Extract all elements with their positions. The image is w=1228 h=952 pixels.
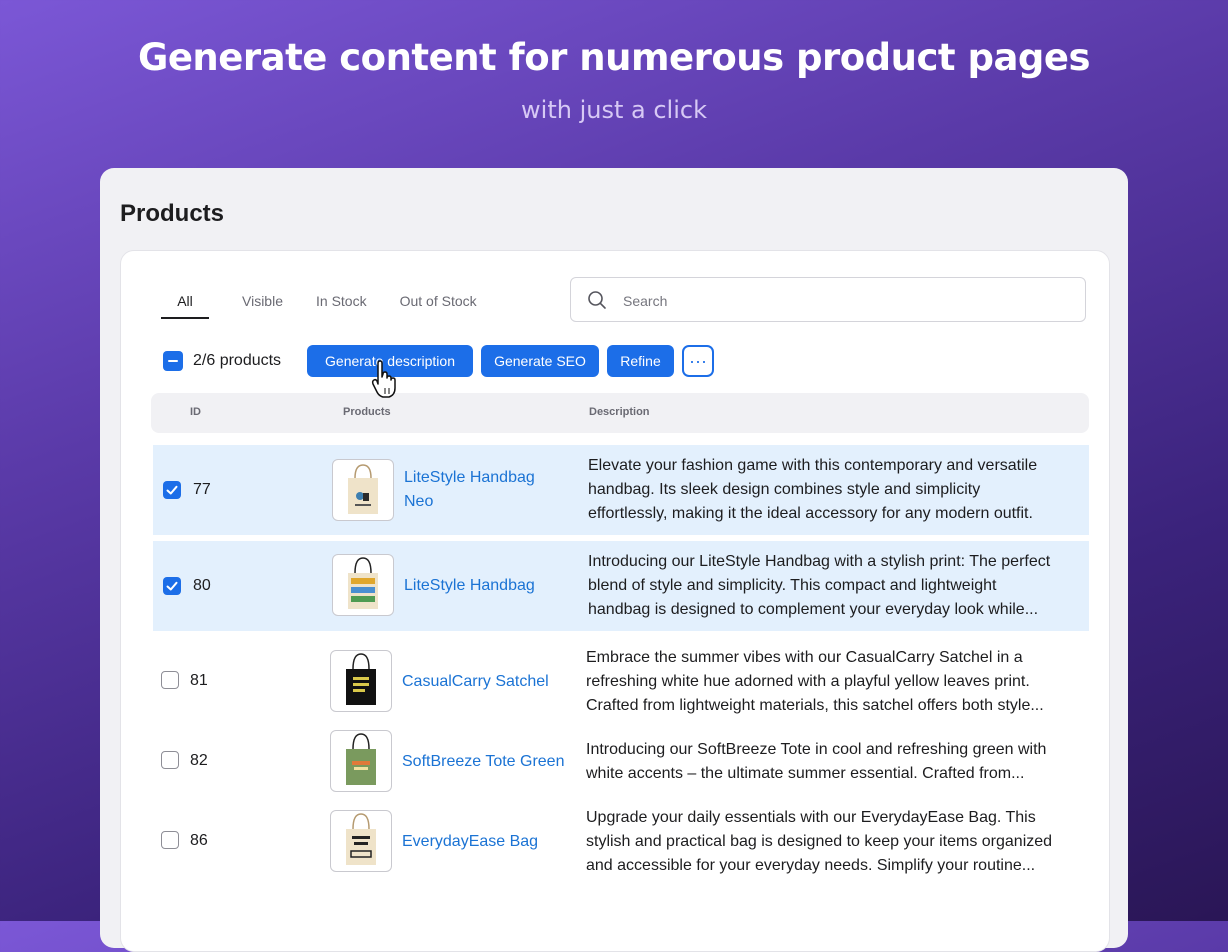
product-description: Embrace the summer vibes with our Casual… [586, 646, 1088, 718]
description-line: effortlessly, making it the ideal access… [588, 505, 1033, 522]
generate-seo-button[interactable]: Generate SEO [481, 345, 599, 377]
select-all-checkbox[interactable] [163, 351, 183, 371]
tab-in-stock[interactable]: In Stock [316, 293, 367, 317]
description-line: Elevate your fashion game with this cont… [588, 457, 1038, 474]
product-name-line: Neo [404, 493, 434, 510]
product-name-link[interactable]: CasualCarry Satchel [402, 670, 549, 694]
table-row[interactable]: 77 LiteStyle Handbag Neo Elevate your fa… [153, 445, 1089, 535]
table-row[interactable]: 82 SoftBreeze Tote Green Introducing our… [151, 727, 1087, 807]
description-line: Upgrade your daily essentials with our E… [586, 809, 1036, 826]
product-thumbnail[interactable] [330, 730, 392, 792]
description-line: stylish and practical bag is designed to… [586, 833, 1053, 850]
search-icon [588, 291, 606, 309]
row-id: 86 [190, 832, 208, 849]
hero-subtitle: with just a click [521, 96, 707, 124]
row-id: 81 [190, 672, 208, 689]
description-line: white accents – the ultimate summer esse… [586, 765, 1025, 782]
row-checkbox[interactable] [163, 481, 181, 499]
products-panel: Products All Visible In Stock Out of Sto… [100, 168, 1128, 952]
hero-title: Generate content for numerous product pa… [137, 36, 1091, 79]
tote-bag-image [346, 813, 376, 865]
product-description: Elevate your fashion game with this cont… [588, 454, 1090, 526]
row-id: 77 [193, 481, 211, 498]
description-line: Embrace the summer vibes with our Casual… [586, 649, 1023, 666]
hand-pointer-icon [371, 360, 396, 398]
table-row[interactable]: 86 EverydayEase Bag Upgrade your daily e… [151, 807, 1087, 897]
description-line: handbag is designed to complement your e… [588, 601, 1039, 618]
search-input[interactable] [621, 288, 1065, 314]
product-description: Introducing our LiteStyle Handbag with a… [588, 550, 1091, 622]
row-checkbox[interactable] [161, 671, 179, 689]
products-card: All Visible In Stock Out of Stock 2/6 pr… [120, 250, 1110, 952]
tote-bag-image [346, 733, 376, 785]
row-checkbox[interactable] [161, 751, 179, 769]
description-line: handbag. Its sleek design combines style… [588, 481, 981, 498]
selection-count: 2/6 products [193, 352, 282, 369]
checkmark-icon [166, 485, 178, 495]
table-row[interactable]: 81 CasualCarry Satchel Embrace the summe… [151, 637, 1087, 727]
description-line: Crafted from lightweight materials, this… [586, 697, 1044, 714]
column-header-description: Description [589, 406, 650, 418]
product-thumbnail[interactable] [330, 650, 392, 712]
tote-bag-image [348, 557, 378, 609]
description-line: blend of style and simplicity. This comp… [588, 577, 997, 594]
product-thumbnail[interactable] [330, 810, 392, 872]
refine-button[interactable]: Refine [607, 345, 674, 377]
more-options-button[interactable]: ··· [682, 345, 714, 377]
page-title: Products [120, 200, 225, 227]
column-header-id: ID [190, 406, 201, 418]
product-name-link[interactable]: LiteStyle Handbag Neo [404, 466, 535, 514]
filter-tabs: All Visible In Stock Out of Stock [161, 293, 510, 319]
description-line: refreshing white hue adorned with a play… [586, 673, 1030, 690]
product-thumbnail[interactable] [332, 459, 394, 521]
checkmark-icon [166, 581, 178, 591]
search-box [570, 277, 1086, 322]
bulk-actions-bar: 2/6 products Generate description Genera… [163, 345, 1103, 377]
description-line: and accessible for your everyday needs. … [586, 857, 1036, 874]
row-checkbox[interactable] [163, 577, 181, 595]
description-line: Introducing our LiteStyle Handbag with a… [588, 553, 1051, 570]
product-thumbnail[interactable] [332, 554, 394, 616]
product-name-link[interactable]: SoftBreeze Tote Green [402, 750, 564, 774]
tote-bag-image [346, 653, 376, 705]
tab-out-of-stock[interactable]: Out of Stock [400, 293, 477, 317]
description-line: Introducing our SoftBreeze Tote in cool … [586, 741, 1047, 758]
table-row[interactable]: 80 LiteStyle Handbag Introducing our Lit… [153, 541, 1089, 631]
row-id: 82 [190, 752, 208, 769]
product-name-link[interactable]: LiteStyle Handbag [404, 574, 535, 598]
row-checkbox[interactable] [161, 831, 179, 849]
product-description: Upgrade your daily essentials with our E… [586, 806, 1088, 878]
row-id: 80 [193, 577, 211, 594]
table-header: ID Products Description [151, 393, 1089, 433]
tote-bag-image [348, 464, 378, 514]
column-header-products: Products [343, 406, 391, 418]
product-name-link[interactable]: EverydayEase Bag [402, 830, 538, 854]
tab-all[interactable]: All [161, 293, 209, 319]
product-description: Introducing our SoftBreeze Tote in cool … [586, 738, 1088, 786]
product-name-line: LiteStyle Handbag [404, 469, 535, 486]
tab-visible[interactable]: Visible [242, 293, 283, 317]
